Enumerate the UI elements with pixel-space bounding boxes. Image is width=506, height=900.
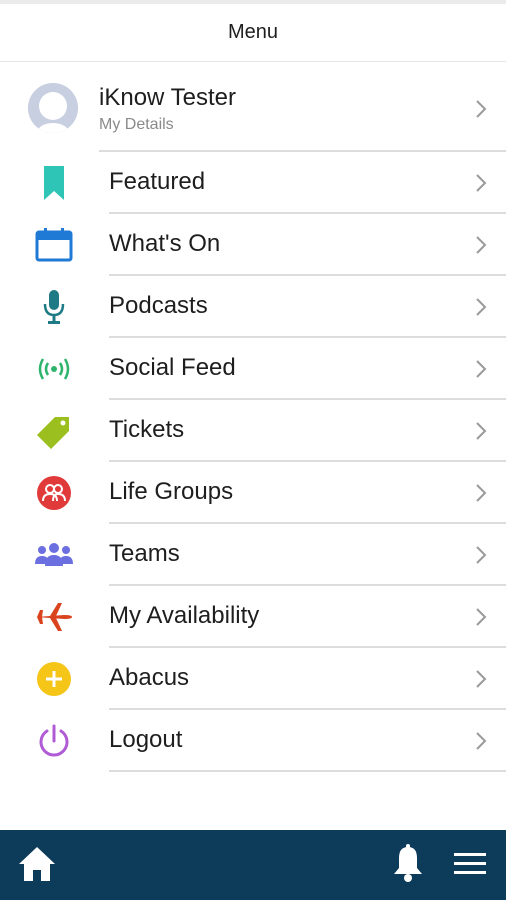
bookmark-icon [34, 165, 74, 201]
microphone-icon [34, 289, 74, 325]
menu-item-label: What's On [109, 230, 221, 257]
menu-item-label: Abacus [109, 664, 190, 691]
menu-item-label: Teams [109, 540, 180, 567]
chevron-right-icon [476, 484, 487, 502]
menu-item-logout[interactable]: Logout [0, 710, 506, 772]
menu-item-label: Life Groups [109, 478, 234, 505]
power-icon [34, 723, 74, 759]
chevron-right-icon [476, 236, 487, 254]
tag-icon [34, 413, 74, 449]
menu-item-social-feed[interactable]: Social Feed [0, 338, 506, 400]
menu-item-tickets[interactable]: Tickets [0, 400, 506, 462]
chevron-right-icon [476, 100, 487, 118]
profile-row[interactable]: iKnow Tester My Details [0, 63, 506, 152]
chevron-right-icon [476, 422, 487, 440]
menu-list: Featured What's On Podcasts Social Feed … [0, 152, 506, 772]
menu-item-my-availability[interactable]: My Availability [0, 586, 506, 648]
menu-item-teams[interactable]: Teams [0, 524, 506, 586]
people-icon [34, 537, 74, 573]
chevron-right-icon [476, 298, 487, 316]
broadcast-icon [34, 351, 74, 387]
chevron-right-icon [476, 360, 487, 378]
header: Menu [0, 4, 506, 62]
profile-name: iKnow Tester [99, 84, 236, 111]
airplane-icon [34, 599, 74, 635]
menu-item-featured[interactable]: Featured [0, 152, 506, 214]
profile-subtitle: My Details [99, 116, 174, 133]
home-icon[interactable] [16, 844, 58, 884]
menu-item-label: My Availability [109, 602, 260, 629]
bell-icon[interactable] [390, 844, 426, 884]
page-title: Menu [227, 21, 279, 43]
plus-circle-icon [34, 661, 74, 697]
menu-item-label: Logout [109, 726, 183, 753]
menu-item-label: Tickets [109, 416, 185, 443]
menu-item-whats-on[interactable]: What's On [0, 214, 506, 276]
hamburger-icon[interactable] [452, 848, 488, 880]
menu-item-abacus[interactable]: Abacus [0, 648, 506, 710]
chevron-right-icon [476, 174, 487, 192]
chevron-right-icon [476, 546, 487, 564]
menu-item-label: Featured [109, 168, 206, 195]
group-circle-icon [34, 475, 74, 511]
menu-item-life-groups[interactable]: Life Groups [0, 462, 506, 524]
chevron-right-icon [476, 608, 487, 626]
avatar [28, 83, 78, 133]
chevron-right-icon [476, 670, 487, 688]
menu-item-label: Podcasts [109, 292, 208, 319]
chevron-right-icon [476, 732, 487, 750]
calendar-icon [34, 227, 74, 263]
bottom-nav-bar [0, 830, 506, 900]
menu-item-podcasts[interactable]: Podcasts [0, 276, 506, 338]
divider [109, 770, 506, 772]
menu-item-label: Social Feed [109, 354, 236, 381]
